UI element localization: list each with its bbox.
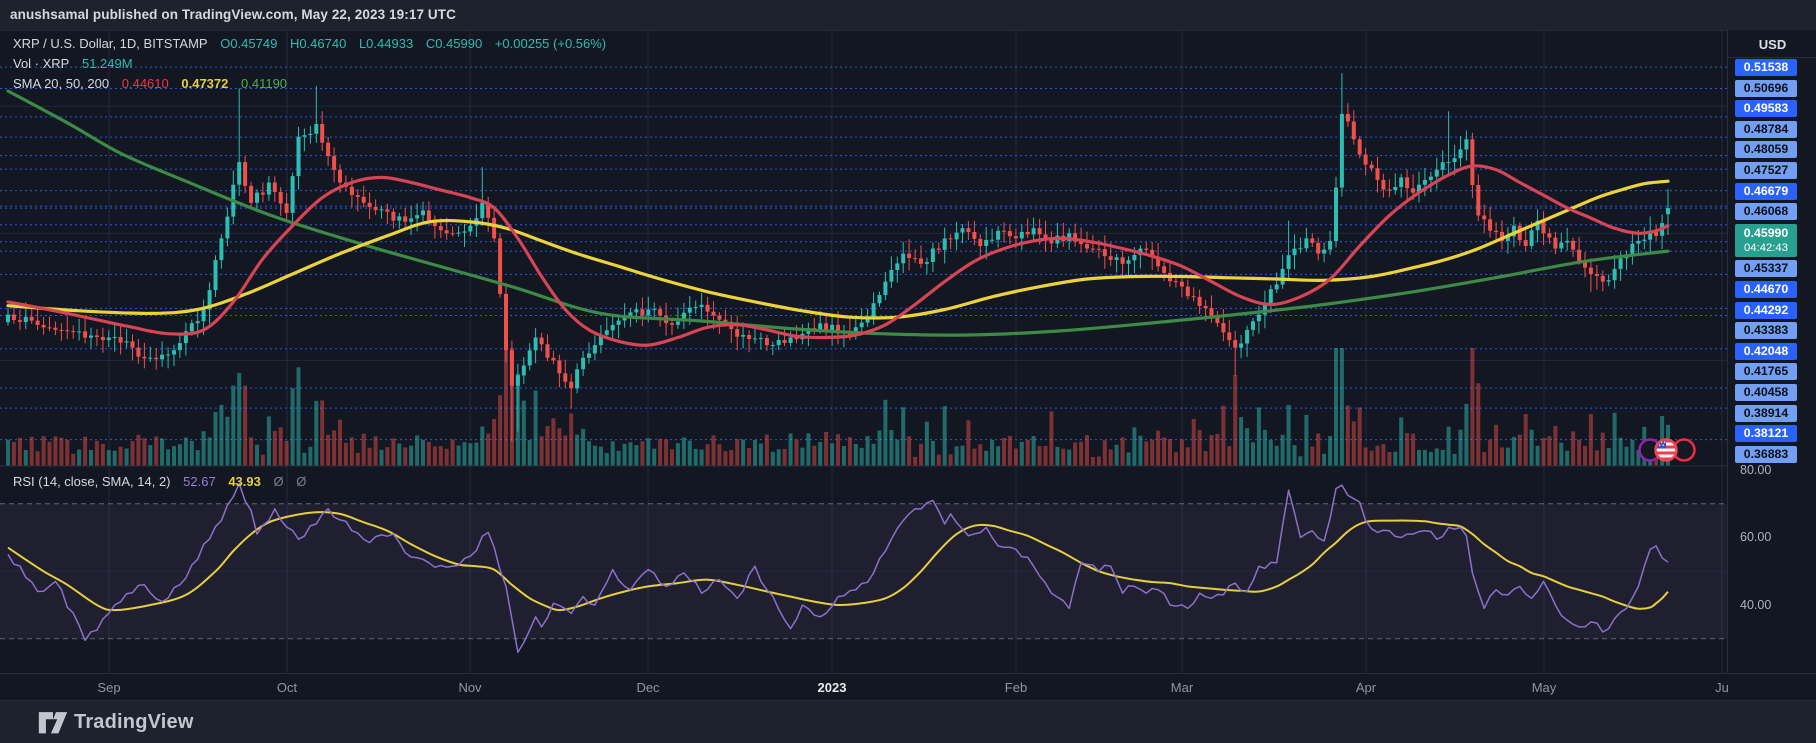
price-level-label[interactable]: 0.40458 [1735, 384, 1797, 401]
time-axis-label: Oct [277, 680, 297, 695]
change-value: +0.00255 (+0.56%) [495, 36, 606, 51]
rsi-legend-row: RSI (14, close, SMA, 14, 2) 52.67 43.93 … [13, 474, 315, 489]
rsi-value: 52.67 [183, 474, 216, 489]
time-axis-label: Dec [636, 680, 659, 695]
price-level-label[interactable]: 0.47527 [1735, 162, 1797, 179]
rsi-ma-value: 43.93 [228, 474, 261, 489]
current-price-label[interactable]: 0.4599004:42:43 [1735, 224, 1797, 257]
time-axis-label: Ju [1715, 680, 1729, 695]
rsi-empty-slot: Ø [296, 474, 306, 489]
candlestick-series [6, 73, 1670, 442]
sma200-line [8, 91, 1668, 335]
sma50-value: 0.47372 [181, 76, 228, 91]
axis-separator [1728, 57, 1816, 58]
symbol-title[interactable]: XRP / U.S. Dollar, 1D, BITSTAMP [13, 36, 208, 51]
price-level-label[interactable]: 0.51538 [1735, 59, 1797, 76]
volume-legend-row: Vol · XRP 51.249M [13, 56, 142, 71]
rsi-axis-label: 80.00 [1740, 463, 1771, 477]
price-level-label[interactable]: 0.42048 [1735, 343, 1797, 360]
time-axis-label: Nov [458, 680, 481, 695]
price-level-label[interactable]: 0.44292 [1735, 302, 1797, 319]
symbol-flag-icons [1640, 440, 1695, 461]
time-axis-label: May [1532, 680, 1557, 695]
price-level-label[interactable]: 0.43383 [1735, 322, 1797, 339]
price-level-label[interactable]: 0.49583 [1735, 100, 1797, 117]
price-level-label[interactable]: 0.38914 [1735, 405, 1797, 422]
volume-bars [6, 348, 1670, 466]
time-axis[interactable]: Sep Oct Nov Dec 2023 Feb Mar Apr May Ju [0, 673, 1816, 701]
currency-label: USD [1728, 37, 1816, 52]
price-level-label[interactable]: 0.48784 [1735, 121, 1797, 138]
symbol-legend-row: XRP / U.S. Dollar, 1D, BITSTAMP O0.45749… [13, 36, 615, 51]
rsi-axis-label: 60.00 [1740, 530, 1771, 544]
footer-bar: TradingView [0, 700, 1816, 743]
ohlc-high: H0.46740 [290, 36, 346, 51]
price-level-label[interactable]: 0.48059 [1735, 141, 1797, 158]
volume-label[interactable]: Vol · XRP [13, 56, 69, 71]
time-axis-label: Apr [1356, 680, 1376, 695]
tradingview-logo-icon[interactable] [38, 710, 68, 736]
price-level-label[interactable]: 0.45337 [1735, 260, 1797, 277]
time-axis-label: Mar [1171, 680, 1193, 695]
sma20-value: 0.44610 [122, 76, 169, 91]
price-level-label[interactable]: 0.46068 [1735, 203, 1797, 220]
ohlc-low: L0.44933 [359, 36, 413, 51]
price-level-label[interactable]: 0.50696 [1735, 80, 1797, 97]
sma-label[interactable]: SMA 20, 50, 200 [13, 76, 109, 91]
price-level-label[interactable]: 0.46679 [1735, 183, 1797, 200]
price-level-label[interactable]: 0.38121 [1735, 425, 1797, 442]
price-level-label[interactable]: 0.41765 [1735, 363, 1797, 380]
price-axis[interactable]: USD 0.51538 0.50696 0.49583 0.48784 0.48059 0… [1727, 30, 1816, 700]
rsi-title[interactable]: RSI (14, close, SMA, 14, 2) [13, 474, 171, 489]
price-level-label[interactable]: 0.44670 [1735, 281, 1797, 298]
bar-countdown: 04:42:43 [1735, 241, 1797, 255]
price-level-label[interactable]: 0.36883 [1735, 446, 1797, 463]
time-axis-label: Feb [1005, 680, 1027, 695]
time-axis-label: 2023 [818, 680, 847, 695]
tradingview-published-chart: anushsamal published on TradingView.com,… [0, 0, 1816, 743]
rsi-axis-label: 40.00 [1740, 598, 1771, 612]
tradingview-brand[interactable]: TradingView [74, 711, 194, 734]
time-axis-label: Sep [97, 680, 120, 695]
rsi-empty-slot: Ø [273, 474, 283, 489]
ohlc-close: C0.45990 [426, 36, 482, 51]
sma200-value: 0.41190 [241, 76, 287, 91]
price-chart-svg[interactable] [0, 30, 1727, 673]
byline-bar: anushsamal published on TradingView.com,… [0, 0, 1816, 31]
byline-text: anushsamal published on TradingView.com,… [10, 7, 456, 22]
ohlc-open: O0.45749 [220, 36, 277, 51]
sma-legend-row: SMA 20, 50, 200 0.44610 0.47372 0.41190 [13, 76, 296, 91]
volume-value: 51.249M [82, 56, 133, 71]
